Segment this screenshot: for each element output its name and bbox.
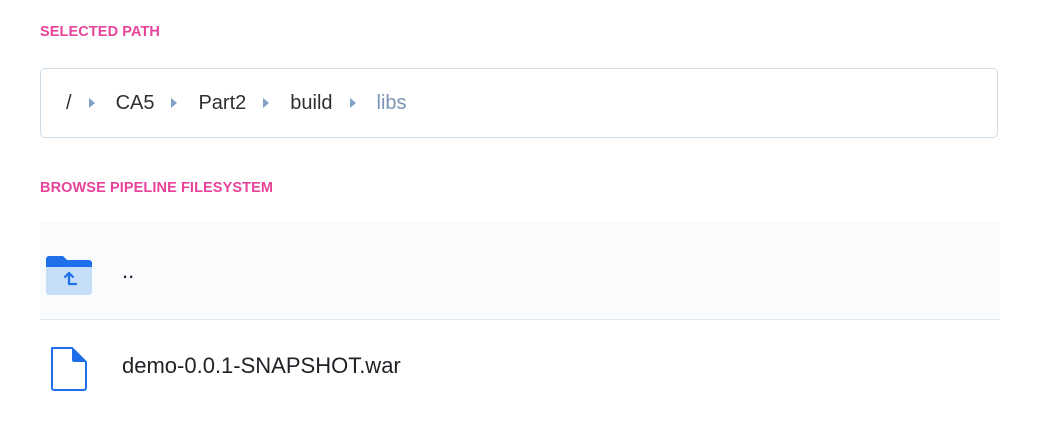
breadcrumb-separator-icon: [88, 98, 95, 108]
breadcrumb-item-build[interactable]: build: [290, 91, 332, 115]
file-list: .. demo-0.0.1-SNAPSHOT.war: [40, 222, 1000, 414]
file-icon: [51, 347, 87, 391]
breadcrumb-separator-icon: [263, 98, 270, 108]
breadcrumb-item-ca5[interactable]: CA5: [116, 91, 155, 115]
breadcrumb-separator-icon: [171, 98, 178, 108]
breadcrumb: / CA5 Part2 build libs: [40, 68, 998, 138]
parent-directory-row[interactable]: ..: [40, 222, 1000, 320]
file-row[interactable]: demo-0.0.1-SNAPSHOT.war: [40, 320, 1000, 414]
breadcrumb-separator-icon: [349, 98, 356, 108]
file-browser: SELECTED PATH / CA5 Part2 build libs BRO…: [0, 0, 1044, 436]
file-name: demo-0.0.1-SNAPSHOT.war: [122, 353, 401, 378]
breadcrumb-item-part2[interactable]: Part2: [198, 91, 246, 115]
parent-directory-name: ..: [122, 258, 135, 283]
browse-filesystem-label: BROWSE PIPELINE FILESYSTEM: [40, 180, 274, 196]
breadcrumb-current: libs: [376, 92, 407, 114]
breadcrumb-root[interactable]: /: [66, 91, 72, 115]
folder-up-icon: [46, 256, 92, 295]
selected-path-label: SELECTED PATH: [40, 24, 160, 40]
